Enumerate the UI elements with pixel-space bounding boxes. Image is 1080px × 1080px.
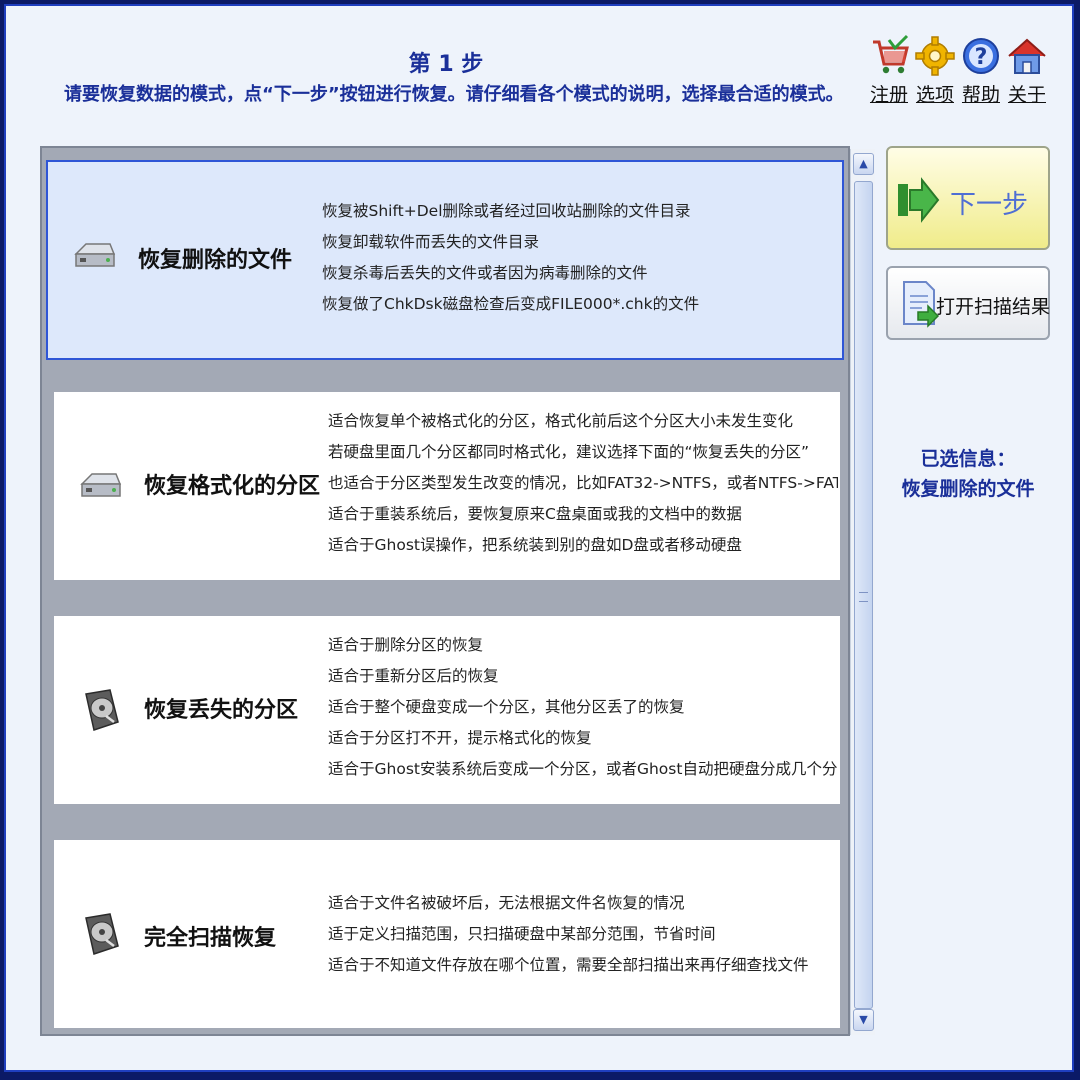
gear-icon: [915, 36, 955, 76]
register-link[interactable]: 注册: [864, 34, 914, 107]
mode-title: 恢复丢失的分区: [144, 698, 299, 723]
next-step-label: 下一步: [950, 190, 1029, 220]
shopping-cart-icon: [873, 34, 909, 74]
recovery-mode-list: 恢复删除的文件 恢复被Shift+Del删除或者经过回收站删除的文件目录 恢复卸…: [40, 146, 850, 1036]
vertical-scrollbar[interactable]: ▲ ▼: [850, 149, 875, 1035]
mode-title: 恢复格式化的分区: [144, 474, 321, 499]
scroll-down-button[interactable]: ▼: [853, 1009, 874, 1031]
scroll-up-button[interactable]: ▲: [853, 153, 874, 175]
mode-card-full-scan-recovery[interactable]: 完全扫描恢复 适合于文件名被破坏后，无法根据文件名恢复的情况 适于定义扫描范围，…: [54, 840, 840, 1028]
selected-info-value: 恢复删除的文件: [901, 478, 1035, 500]
mode-description: 适合于文件名被破坏后，无法根据文件名恢复的情况 适于定义扫描范围，只扫描硬盘中某…: [328, 894, 809, 974]
register-label: 注册: [869, 84, 908, 106]
open-scan-results-button[interactable]: 打开扫描结果: [886, 266, 1050, 340]
about-label: 关于: [1007, 84, 1046, 106]
mode-description: 恢复被Shift+Del删除或者经过回收站删除的文件目录 恢复卸载软件而丢失的文…: [322, 202, 700, 313]
selected-info-label: 已选信息：: [920, 448, 1016, 470]
help-question-icon: ?: [963, 38, 999, 74]
mode-description: 适合于删除分区的恢复 适合于重新分区后的恢复 适合于整个硬盘变成一个分区，其他分…: [328, 636, 838, 778]
home-icon: [1008, 38, 1046, 74]
instruction-text: 请要恢复数据的模式，点“下一步”按钮进行恢复。请仔细看各个模式的说明，选择最合适…: [64, 84, 844, 105]
hard-drive-icon: [74, 243, 116, 267]
help-link[interactable]: ? 帮助: [956, 34, 1006, 107]
help-label: 帮助: [961, 84, 1000, 106]
arrow-right-icon: [898, 177, 940, 223]
mode-card-recover-formatted-partition[interactable]: 恢复格式化的分区 适合恢复单个被格式化的分区，格式化前后这个分区大小未发生变化 …: [54, 392, 840, 580]
open-scan-results-label: 打开扫描结果: [936, 296, 1051, 318]
options-link[interactable]: 选项: [910, 34, 960, 107]
disk-platter-icon: [85, 913, 119, 955]
grip-icon: [859, 592, 868, 602]
mode-title: 恢复删除的文件: [138, 248, 293, 273]
mode-card-recover-lost-partition[interactable]: 恢复丢失的分区 适合于删除分区的恢复 适合于重新分区后的恢复 适合于整个硬盘变成…: [54, 616, 840, 804]
scroll-thumb[interactable]: [854, 181, 873, 1009]
mode-title: 完全扫描恢复: [144, 926, 277, 951]
selected-info-panel: 已选信息： 恢复删除的文件: [886, 444, 1050, 504]
step-title: 第 1 步: [408, 52, 484, 77]
mode-description: 适合恢复单个被格式化的分区，格式化前后这个分区大小未发生变化 若硬盘里面几个分区…: [328, 412, 838, 554]
about-link[interactable]: 关于: [1002, 34, 1052, 107]
disk-platter-icon: [85, 689, 119, 731]
next-step-button[interactable]: 下一步: [886, 146, 1050, 250]
svg-text:?: ?: [975, 45, 988, 70]
options-label: 选项: [915, 84, 954, 106]
window-bottom-edge: [0, 1072, 1080, 1080]
mode-card-recover-deleted-files[interactable]: 恢复删除的文件 恢复被Shift+Del删除或者经过回收站删除的文件目录 恢复卸…: [46, 160, 844, 360]
app-window: 第 1 步 请要恢复数据的模式，点“下一步”按钮进行恢复。请仔细看各个模式的说明…: [4, 4, 1074, 1072]
hard-drive-icon: [80, 473, 122, 497]
